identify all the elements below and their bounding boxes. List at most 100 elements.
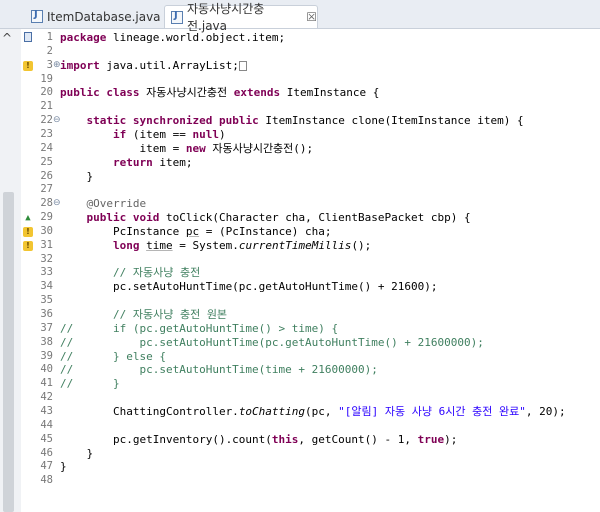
code-line[interactable]: 33 // 자동사냥 충전 (21, 266, 600, 279)
line-number: 47 (40, 460, 53, 473)
line-number: 21 (40, 100, 53, 113)
code-line[interactable]: 42 (21, 391, 600, 404)
code-line[interactable]: 21 (21, 100, 600, 113)
override-triangle-icon: ▲ (25, 213, 31, 224)
code-line[interactable]: 26 } (21, 170, 600, 183)
tab-auto-hunt-charge[interactable]: 자동사냥시간충전.java ☒ (164, 2, 318, 33)
code-line[interactable]: ! 30 PcInstance pc = (PcInstance) cha; (21, 225, 600, 238)
line-number: 43 (40, 404, 53, 417)
code-line[interactable]: ! 31 long time = System.currentTimeMillis… (21, 239, 600, 252)
code-line[interactable]: 44 (21, 419, 600, 432)
gutter-marker (21, 294, 35, 307)
code-line[interactable]: 22 ⊖ static synchronized public ItemInsta… (21, 114, 600, 127)
code-line[interactable]: 20 public class 자동사냥시간충전 extends ItemInst… (21, 86, 600, 99)
override-marker-icon: ▲ (21, 211, 35, 224)
code-line[interactable]: 48 (21, 474, 600, 487)
code-line[interactable]: 37 // if (pc.getAutoHuntTime() > time) { (21, 322, 600, 335)
code-token: ) (218, 127, 226, 141)
code-token: (); (351, 238, 372, 252)
gutter-marker (21, 377, 35, 390)
code-line[interactable]: 38 // pc.setAutoHuntTime(pc.getAutoHuntTi… (21, 336, 600, 349)
close-tab-icon[interactable]: ☒ (306, 10, 317, 24)
vertical-scrollbar[interactable] (3, 192, 14, 512)
code-text: item = new 자동사냥시간충전(); (60, 142, 313, 155)
code-token: = System. (172, 238, 239, 252)
gutter-marker (21, 128, 35, 141)
code-token: @Override (86, 197, 147, 211)
line-number: 46 (40, 446, 53, 459)
code-line[interactable]: 23 if (item == null) (21, 128, 600, 141)
code-token: } (60, 460, 67, 474)
code-line[interactable]: 46 } (21, 447, 600, 460)
code-token: // pc.setAutoHuntTime(pc.getAutoHuntTime… (60, 335, 484, 349)
code-token: // pc.setAutoHuntTime(time + 21600000); (60, 363, 378, 377)
code-line[interactable]: 39 // } else { (21, 350, 600, 363)
gutter-marker (21, 419, 35, 432)
fold-gutter (53, 474, 61, 487)
code-line[interactable]: ! 3 ⊕ import java.util.ArrayList; (21, 59, 600, 72)
code-token: extends (233, 86, 281, 100)
line-number: 40 (40, 363, 53, 376)
code-token: long (112, 238, 140, 252)
line-number: 30 (40, 224, 53, 237)
code-token: (pc, (305, 404, 339, 418)
line-number: 39 (40, 349, 53, 362)
code-line[interactable]: 28 ⊖ @Override (21, 197, 600, 210)
code-line[interactable]: 27 (21, 183, 600, 196)
tab-item-database[interactable]: ItemDatabase.java (27, 5, 164, 28)
line-number: 22 (40, 114, 53, 127)
code-token: package (60, 31, 107, 44)
gutter-marker (21, 45, 35, 58)
warning-badge-icon: ! (23, 240, 33, 251)
fold-gutter (53, 183, 61, 196)
code-token: toClick(Character cha, ClientBasePacket … (159, 211, 471, 225)
code-line[interactable]: 43 ChattingController.toChatting(pc, "[알… (21, 405, 600, 418)
code-line[interactable]: 32 (21, 253, 600, 266)
code-line[interactable]: ▲ 29 public void toClick(Character cha, C… (21, 211, 600, 224)
code-text: import java.util.ArrayList; (60, 59, 247, 72)
code-token: pc.setAutoHuntTime(pc.getAutoHuntTime() … (60, 280, 438, 294)
code-line[interactable]: 36 // 자동사냥 충전 원본 (21, 308, 600, 321)
code-text: // if (pc.getAutoHuntTime() > time) { (60, 322, 338, 335)
fold-gutter (53, 45, 61, 58)
gutter-marker (21, 363, 35, 376)
code-token: public (86, 211, 127, 225)
collapsed-region-icon[interactable] (238, 60, 247, 71)
code-line[interactable]: 34 pc.setAutoHuntTime(pc.getAutoHuntTime… (21, 280, 600, 293)
code-token: // } else { (60, 349, 166, 363)
code-line[interactable]: 35 (21, 294, 600, 307)
code-line[interactable]: 25 return item; (21, 156, 600, 169)
gutter-marker (21, 86, 35, 99)
code-token: item = (60, 141, 186, 155)
java-file-icon (171, 10, 183, 24)
code-token: ItemInstance { (280, 86, 380, 100)
chevron-up-icon[interactable]: ^ (2, 31, 12, 45)
code-text: } (60, 170, 93, 183)
code-text: if (item == null) (60, 128, 226, 141)
line-number: 32 (40, 252, 53, 265)
code-token: ItemInstance clone(ItemInstance item) { (258, 114, 524, 128)
gutter-marker (21, 405, 35, 418)
code-line[interactable]: 1 package lineage.world.object.item; (21, 31, 600, 44)
code-line[interactable]: 41 // } (21, 377, 600, 390)
code-token: // if (pc.getAutoHuntTime() > time) { (60, 321, 339, 335)
code-token: = (PcInstance) cha; (199, 224, 332, 238)
code-line[interactable]: 19 (21, 73, 600, 86)
code-token: } (60, 446, 94, 460)
code-text: // } (60, 377, 120, 390)
code-token: 자동사냥시간충전 (139, 86, 234, 100)
code-line[interactable]: 45 pc.getInventory().count(this, getCoun… (21, 433, 600, 446)
code-editor[interactable]: 1 package lineage.world.object.item; 2! 3 ⊕ i… (21, 29, 600, 512)
gutter-marker (21, 391, 35, 404)
code-line[interactable]: 40 // pc.setAutoHuntTime(time + 21600000)… (21, 363, 600, 376)
code-line[interactable]: 2 (21, 45, 600, 58)
fold-gutter (53, 73, 61, 86)
code-text: ChattingController.toChatting(pc, "[알림] … (60, 405, 566, 418)
code-token: // 자동사냥 충전 원본 (112, 308, 228, 321)
code-line[interactable]: 24 item = new 자동사냥시간충전(); (21, 142, 600, 155)
code-line[interactable]: 47} (21, 460, 600, 473)
